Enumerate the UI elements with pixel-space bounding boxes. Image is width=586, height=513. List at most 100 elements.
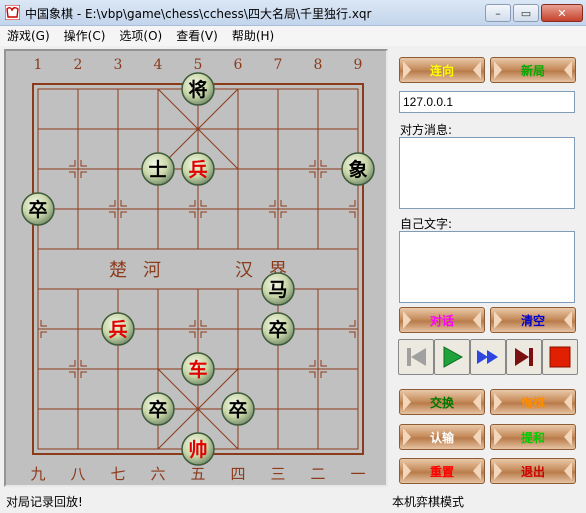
position-marker [280, 211, 287, 218]
reset-button[interactable]: 重置 [399, 458, 485, 484]
position-marker [269, 211, 276, 218]
minimize-button[interactable]: – [485, 4, 511, 22]
file-number-top: 5 [194, 57, 203, 73]
position-marker [189, 200, 196, 207]
piece-label: 兵 [188, 159, 207, 181]
position-marker [80, 371, 87, 378]
menu-game[interactable]: 游戏(G) [0, 26, 57, 46]
ip-address-input[interactable] [399, 91, 575, 113]
last-move-icon [515, 348, 533, 366]
clear-button[interactable]: 清空 [490, 307, 576, 333]
piece-label: 卒 [268, 318, 287, 341]
swap-label: 交换 [429, 395, 454, 410]
position-marker [269, 200, 276, 207]
file-number-bottom: 一 [350, 465, 365, 483]
menu-view[interactable]: 查看(V) [169, 26, 225, 46]
menu-bar: 游戏(G) 操作(C) 选项(O) 查看(V) 帮助(H) [0, 26, 586, 46]
undo-label: 悔棋 [520, 395, 545, 410]
piece-label: 兵 [108, 319, 127, 341]
chat-label: 对话 [429, 313, 454, 328]
position-marker [349, 211, 356, 218]
piece-label: 卒 [228, 398, 247, 421]
control-panel: 连向 新局 对方消息: 自己文字: 对话 清空 [392, 49, 584, 487]
restore-button[interactable]: ▭ [513, 4, 539, 22]
chess-board-panel: 楚河汉界123456789九八七六五四三二一将士兵象卒马兵卒车卒卒帅 [4, 49, 388, 487]
position-marker [320, 160, 327, 167]
position-marker [189, 211, 196, 218]
file-number-top: 9 [354, 57, 363, 73]
play-button[interactable] [434, 339, 470, 375]
file-number-top: 2 [74, 57, 83, 73]
draw-offer-button[interactable]: 提和 [490, 424, 576, 450]
file-number-top: 4 [154, 57, 163, 73]
river-text: 楚 [109, 260, 127, 281]
close-button[interactable]: ✕ [541, 4, 583, 22]
position-marker [200, 320, 207, 327]
position-marker [349, 200, 356, 207]
file-number-bottom: 二 [310, 465, 325, 483]
stop-button[interactable] [542, 339, 578, 375]
resign-label: 认输 [429, 430, 454, 445]
last-move-button[interactable] [506, 339, 542, 375]
position-marker [120, 211, 127, 218]
undo-button[interactable]: 悔棋 [490, 389, 576, 415]
reset-label: 重置 [429, 464, 454, 479]
piece-label: 将 [188, 78, 207, 101]
piece-label: 车 [188, 358, 207, 381]
position-marker [349, 320, 356, 327]
connect-label: 连向 [429, 63, 454, 78]
first-move-button[interactable] [398, 339, 434, 375]
position-marker [109, 200, 116, 207]
draw-offer-label: 提和 [520, 430, 545, 445]
chat-button[interactable]: 对话 [399, 307, 485, 333]
menu-help[interactable]: 帮助(H) [225, 26, 281, 46]
restore-icon: ▭ [520, 6, 532, 20]
menu-operate[interactable]: 操作(C) [57, 26, 113, 46]
status-message: 对局记录回放! [6, 495, 83, 509]
file-number-top: 1 [34, 57, 43, 73]
position-marker [69, 160, 76, 167]
new-game-label: 新局 [520, 63, 545, 78]
swap-button[interactable]: 交换 [399, 389, 485, 415]
app-icon [5, 5, 20, 20]
position-marker [280, 200, 287, 207]
file-number-bottom: 三 [270, 465, 285, 483]
status-mode: 本机弈棋模式 [392, 495, 465, 509]
file-number-bottom: 七 [110, 465, 125, 483]
file-number-top: 6 [234, 57, 243, 73]
fast-forward-icon [477, 350, 498, 364]
piece-label: 士 [148, 159, 167, 181]
position-marker [189, 331, 196, 338]
resign-button[interactable]: 认输 [399, 424, 485, 450]
exit-button[interactable]: 退出 [490, 458, 576, 484]
file-number-top: 3 [114, 57, 123, 73]
chess-board[interactable]: 楚河汉界1 2 3 4 5 6 7 8 9九八七六五四三二一将士兵象卒马兵 卒车卒 卒帅 [6, 51, 386, 485]
position-marker [320, 371, 327, 378]
position-marker [309, 360, 316, 367]
piece-label: 马 [268, 279, 287, 301]
file-number-top: 7 [274, 57, 283, 73]
own-text-box[interactable] [399, 231, 575, 303]
exit-label: 退出 [520, 464, 545, 479]
position-marker [80, 171, 87, 178]
file-number-bottom: 四 [230, 465, 245, 483]
connect-button[interactable]: 连向 [399, 57, 485, 83]
position-marker [200, 331, 207, 338]
file-number-top: 8 [314, 57, 323, 73]
opponent-message-box[interactable] [399, 137, 575, 209]
position-marker [120, 200, 127, 207]
minimize-icon: – [495, 6, 501, 20]
position-marker [40, 331, 47, 338]
fast-forward-button[interactable] [470, 339, 506, 375]
piece-label: 卒 [28, 198, 47, 221]
position-marker [200, 200, 207, 207]
position-marker [309, 171, 316, 178]
position-marker [80, 160, 87, 167]
position-marker [69, 360, 76, 367]
new-game-button[interactable]: 新局 [490, 57, 576, 83]
piece-label: 卒 [148, 398, 167, 421]
own-text-label: 自己文字: [400, 217, 453, 231]
menu-options[interactable]: 选项(O) [112, 26, 169, 46]
opponent-message-label: 对方消息: [400, 123, 453, 137]
river-text: 河 [143, 260, 161, 281]
